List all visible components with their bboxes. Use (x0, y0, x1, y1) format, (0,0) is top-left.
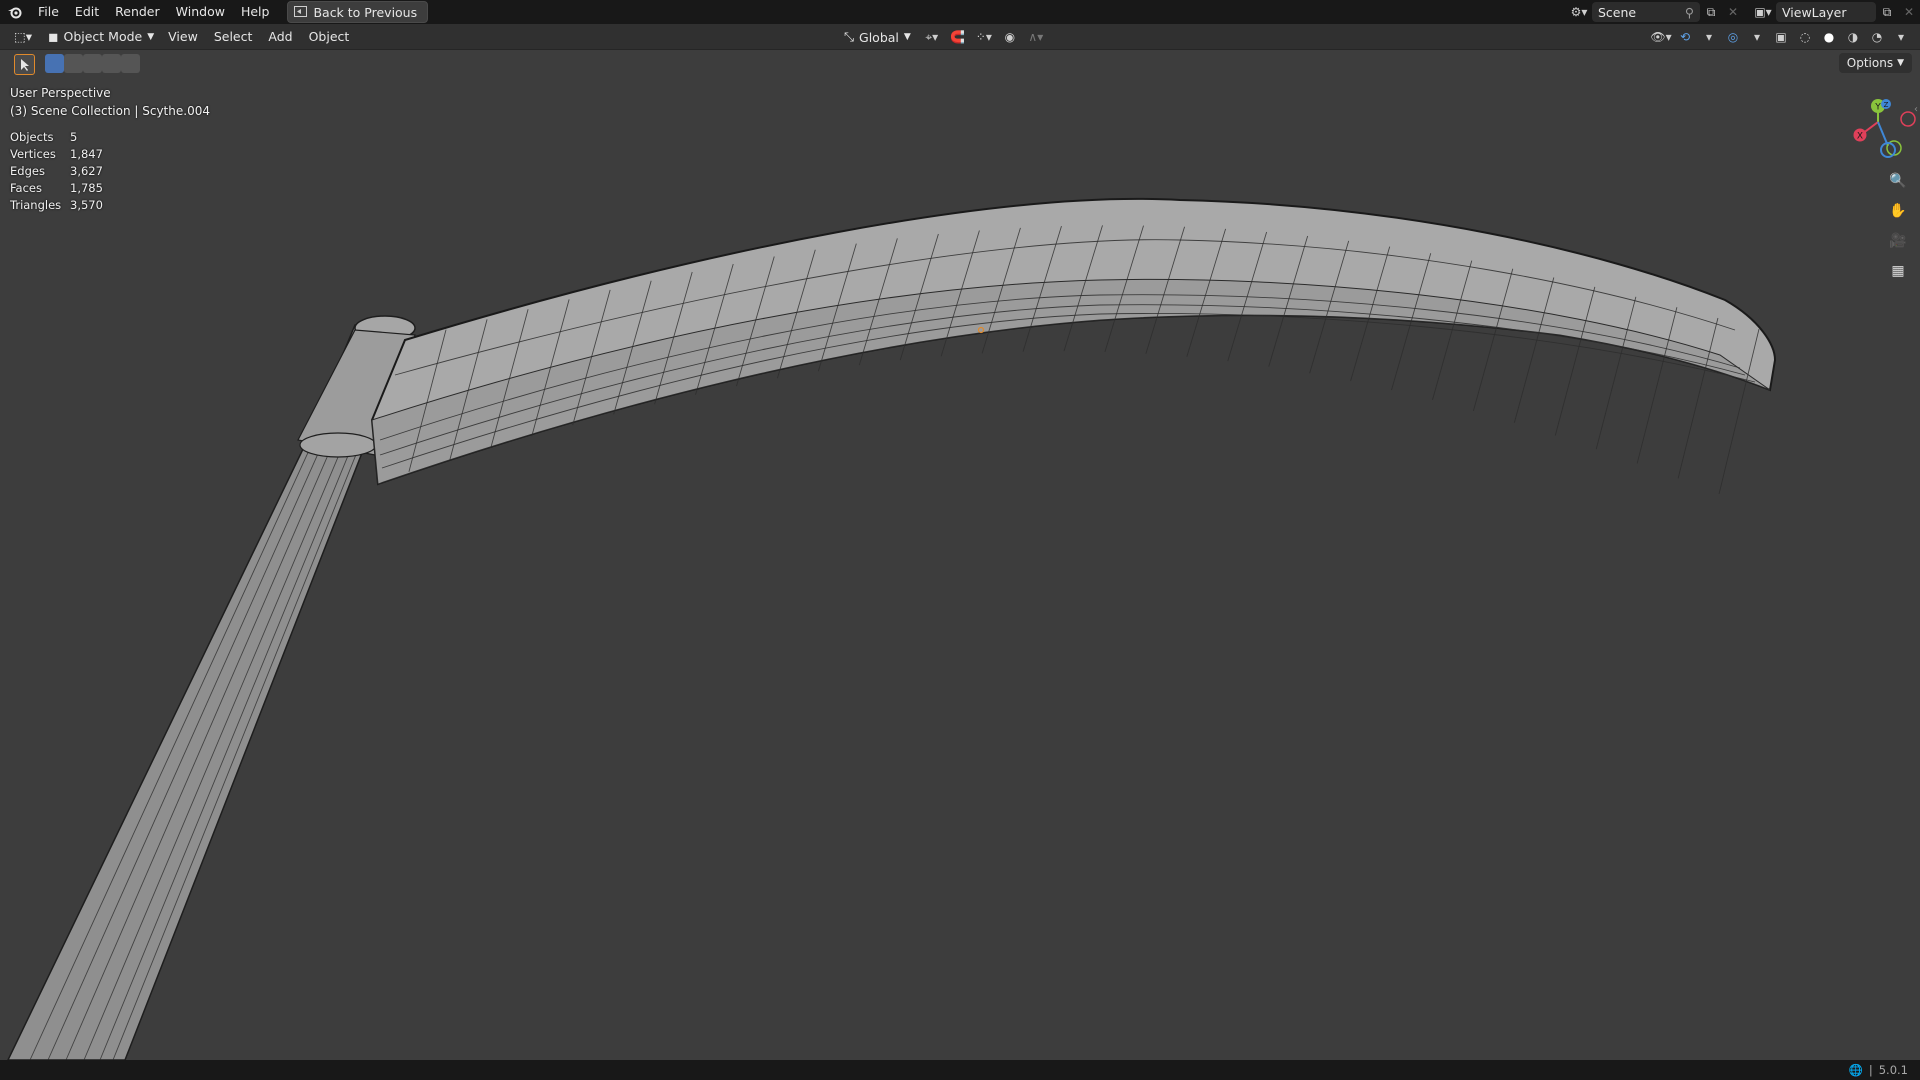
scythe-blade[interactable] (370, 197, 1777, 486)
x-axis-letter: X (1857, 132, 1863, 142)
stat-value: 5 (70, 130, 78, 144)
stat-value: 1,847 (70, 147, 103, 161)
stat-label: Triangles (10, 198, 62, 212)
network-globe-icon[interactable]: 🌐 (1849, 1063, 1863, 1077)
stat-label: Faces (10, 181, 42, 195)
stat-label: Edges (10, 164, 45, 178)
stat-value: 1,785 (70, 181, 103, 195)
zoom-icon[interactable]: 🔍 (1886, 169, 1910, 193)
viewport-perspective-label: User Perspective (10, 86, 111, 100)
sidebar-toggle-icon[interactable]: ‹ (1914, 104, 1918, 115)
z-axis-letter: Z (1884, 101, 1889, 109)
stat-value: 3,570 (70, 198, 103, 212)
pan-hand-icon[interactable]: ✋ (1886, 199, 1910, 223)
stat-row: Edges 3,627 (10, 164, 103, 181)
stat-row: Faces 1,785 (10, 181, 103, 198)
neg-x-handle[interactable] (1900, 111, 1916, 127)
navigation-gizmo[interactable]: Y Z X (1840, 90, 1920, 180)
viewport-collection-label: (3) Scene Collection | Scythe.004 (10, 104, 210, 118)
blender-version: 5.0.1 (1878, 1063, 1908, 1077)
stat-row: Objects 5 (10, 130, 103, 147)
status-bar: 🌐 | 5.0.1 (0, 1060, 1920, 1080)
stat-row: Vertices 1,847 (10, 147, 103, 164)
status-separator: | (1868, 1063, 1873, 1077)
scene-statistics: Objects 5 Vertices 1,847 Edges 3,627 Faces 1… (10, 130, 103, 215)
y-axis-letter: Y (1874, 103, 1881, 113)
scythe-mesh[interactable] (0, 0, 1920, 1060)
ortho-grid-icon[interactable]: ▦ (1886, 259, 1910, 283)
handle-ring (299, 432, 377, 458)
stat-value: 3,627 (70, 164, 103, 178)
camera-view-icon[interactable]: 🎥 (1886, 229, 1910, 253)
stat-label: Objects (10, 130, 54, 144)
stat-label: Vertices (10, 147, 56, 161)
stat-row: Triangles 3,570 (10, 198, 103, 215)
